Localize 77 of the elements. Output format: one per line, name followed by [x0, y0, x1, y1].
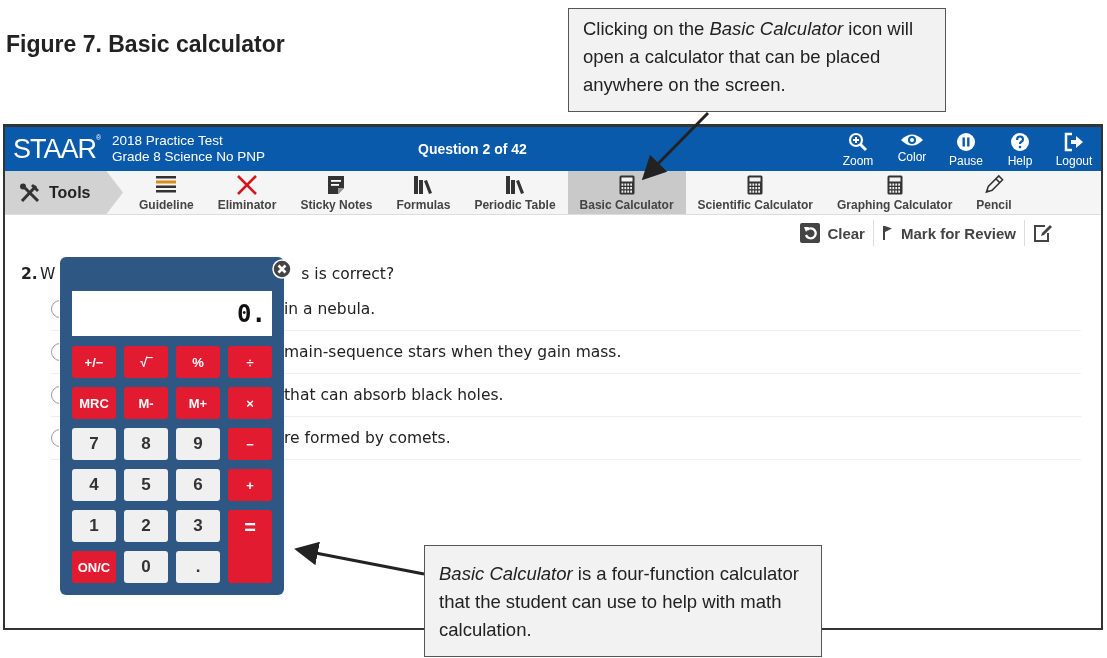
- question-counter: Question 2 of 42: [418, 141, 527, 157]
- header-button[interactable]: Help: [993, 128, 1047, 170]
- help-icon: [1010, 132, 1030, 152]
- pause-icon: [956, 132, 976, 152]
- calculator-key[interactable]: 8: [124, 428, 168, 460]
- test-subtitle: Grade 8 Science No PNP: [112, 149, 267, 165]
- pencil-icon: [983, 174, 1005, 195]
- answer-text: that can absorb black holes.: [284, 386, 504, 404]
- calculator-key[interactable]: 2: [124, 510, 168, 542]
- calculator-key[interactable]: 0: [124, 551, 168, 583]
- header-button[interactable]: Color: [885, 128, 939, 170]
- tool-button[interactable]: Scientific Calculator: [685, 171, 825, 214]
- header-button[interactable]: Logout: [1047, 128, 1101, 170]
- callout-text: Clicking on the Basic Calculator icon will open a calculator that can be placed anywhere on the screen.: [568, 8, 946, 112]
- callout-text: Basic Calculator is a four-function calculator that the student can use to help with math calculation.: [424, 545, 822, 657]
- calculator-icon: [747, 175, 764, 195]
- calculator-key[interactable]: 6: [176, 469, 220, 501]
- clear-button[interactable]: Clear: [792, 220, 873, 246]
- tool-button[interactable]: Pencil: [964, 171, 1024, 214]
- zoom-icon: [848, 132, 868, 152]
- calculator-key[interactable]: −: [228, 428, 272, 460]
- calculator-key[interactable]: M-: [124, 387, 168, 419]
- close-icon[interactable]: [272, 259, 292, 279]
- calculator-key[interactable]: 4: [72, 469, 116, 501]
- lines-icon: [155, 175, 178, 195]
- calculator-key[interactable]: ×: [228, 387, 272, 419]
- calculator-key[interactable]: .: [176, 551, 220, 583]
- calculator-icon: [886, 175, 903, 195]
- logout-icon: [1064, 132, 1084, 152]
- arrow: [641, 111, 710, 181]
- test-name: 2018 Practice Test: [112, 133, 224, 149]
- calculator-key[interactable]: M+: [176, 387, 220, 419]
- calculator-key[interactable]: =: [228, 510, 272, 583]
- tool-button[interactable]: Guideline: [127, 171, 206, 214]
- answer-text: main-sequence stars when they gain mass.: [284, 343, 622, 361]
- calculator-dialog[interactable]: 0. +/− √‾ % ÷ MRC M- M+ × 7 8 9 − 4 5 6 + 1 2 3 = ON/C 0 .: [60, 257, 284, 595]
- logo: STAAR$^{®}$: [13, 133, 102, 165]
- calculator-key[interactable]: √‾: [124, 346, 168, 378]
- books-icon: [505, 175, 525, 195]
- calculator-key[interactable]: MRC: [72, 387, 116, 419]
- tool-button[interactable]: Sticky Notes: [288, 171, 385, 214]
- display-value: 0.: [237, 299, 266, 328]
- edit-icon: [1033, 223, 1053, 243]
- calculator-key[interactable]: 3: [176, 510, 220, 542]
- mark-review-button[interactable]: Mark for Review: [872, 220, 1024, 246]
- calculator-key[interactable]: ÷: [228, 346, 272, 378]
- calculator-key[interactable]: +: [228, 469, 272, 501]
- flag-icon: [881, 225, 894, 241]
- tools-icon: [19, 182, 41, 203]
- question-text: W: [40, 265, 56, 283]
- answer-text: in a nebula.: [284, 300, 376, 318]
- calculator-key[interactable]: +/−: [72, 346, 116, 378]
- note-icon: [327, 175, 346, 195]
- tool-button[interactable]: Formulas: [384, 171, 463, 214]
- question-number: 2.: [21, 265, 39, 283]
- calculator-key[interactable]: 5: [124, 469, 168, 501]
- header-button[interactable]: Pause: [939, 128, 993, 170]
- tool-button[interactable]: Eliminator: [205, 171, 289, 214]
- figure-title: Figure 7. Basic calculator: [6, 31, 285, 58]
- calculator-key[interactable]: %: [176, 346, 220, 378]
- tool-button[interactable]: Graphing Calculator: [825, 171, 965, 214]
- calculator-icon: [618, 175, 635, 195]
- calculator-key[interactable]: 7: [72, 428, 116, 460]
- tools-label: Tools: [49, 183, 91, 202]
- calculator-key[interactable]: 1: [72, 510, 116, 542]
- calculator-key[interactable]: 9: [176, 428, 220, 460]
- question-text: s is correct?: [301, 265, 395, 283]
- tool-button[interactable]: Basic Calculator: [567, 171, 686, 214]
- calculator-key[interactable]: ON/C: [72, 551, 116, 583]
- tools-tab[interactable]: Tools: [5, 171, 123, 214]
- cross-icon: [236, 175, 259, 195]
- books-icon: [413, 175, 434, 195]
- header-button[interactable]: Zoom: [831, 128, 885, 170]
- eye-icon: [900, 132, 924, 148]
- undo-icon: [800, 223, 821, 243]
- answer-text: re formed by comets.: [284, 429, 451, 447]
- tool-button[interactable]: Periodic Table: [462, 171, 568, 214]
